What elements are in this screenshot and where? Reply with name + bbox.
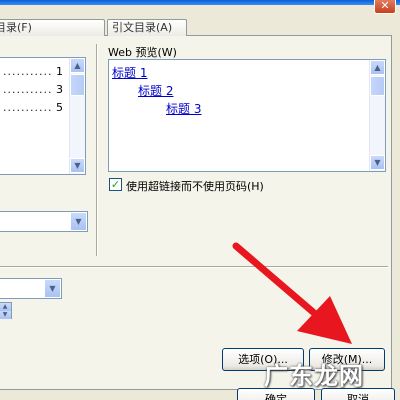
leader-dots: ................... xyxy=(3,83,53,96)
print-preview-list: ................... 1 ..................… xyxy=(0,57,86,175)
chevron-down-icon[interactable]: ▼ xyxy=(44,279,61,298)
tab-table-of-authorities[interactable]: 引文目录(A) xyxy=(107,19,187,36)
horizontal-divider xyxy=(0,266,388,268)
use-hyperlinks-label: 使用超链接而不使用页码(H) xyxy=(126,180,264,193)
close-button[interactable]: ✕ xyxy=(374,0,396,14)
print-preview-line: ................... 1 xyxy=(0,65,65,79)
scroll-down-icon[interactable]: ▼ xyxy=(370,155,385,170)
web-preview-heading-1[interactable]: 标题 1 xyxy=(112,64,147,81)
spin-down-icon[interactable]: ▼ xyxy=(0,311,11,319)
tab-leader-combo[interactable]: ▼ xyxy=(0,211,88,232)
scroll-thumb[interactable] xyxy=(70,74,85,96)
use-hyperlinks-checkbox[interactable]: ✓ xyxy=(109,178,122,191)
scroll-up-icon[interactable]: ▲ xyxy=(370,60,385,75)
show-levels-spinner[interactable]: ▲ ▼ xyxy=(0,302,12,319)
leader-dots: ................... xyxy=(3,65,53,78)
title-bar xyxy=(0,0,400,5)
tab-table-of-contents[interactable]: 目录(F) xyxy=(0,19,105,36)
web-preview-scrollbar[interactable]: ▲ ▼ xyxy=(369,60,385,171)
page-number: 5 xyxy=(56,101,63,114)
leader-dots: ................... xyxy=(3,101,53,114)
web-preview-label: Web 预览(W) xyxy=(108,46,177,59)
web-preview-heading-3[interactable]: 标题 3 xyxy=(166,100,201,117)
web-preview-list: 标题 1 标题 2 标题 3 ▲ ▼ xyxy=(108,59,386,172)
formats-combo[interactable]: ▼ xyxy=(0,278,62,299)
scroll-up-icon[interactable]: ▲ xyxy=(70,58,85,73)
print-preview-scrollbar[interactable]: ▲ ▼ xyxy=(69,58,85,174)
spin-up-icon[interactable]: ▲ xyxy=(0,303,11,311)
print-preview-line: ................... 3 xyxy=(0,83,65,97)
vertical-divider xyxy=(96,44,98,256)
scroll-thumb[interactable] xyxy=(370,76,385,96)
scroll-down-icon[interactable]: ▼ xyxy=(70,158,85,173)
web-preview-heading-2[interactable]: 标题 2 xyxy=(138,82,173,99)
page-number: 1 xyxy=(56,65,63,78)
watermark-text: 广东龙网 xyxy=(264,362,364,390)
page-number: 3 xyxy=(56,83,63,96)
print-preview-line: ................... 5 xyxy=(0,101,65,115)
chevron-down-icon[interactable]: ▼ xyxy=(70,212,87,231)
